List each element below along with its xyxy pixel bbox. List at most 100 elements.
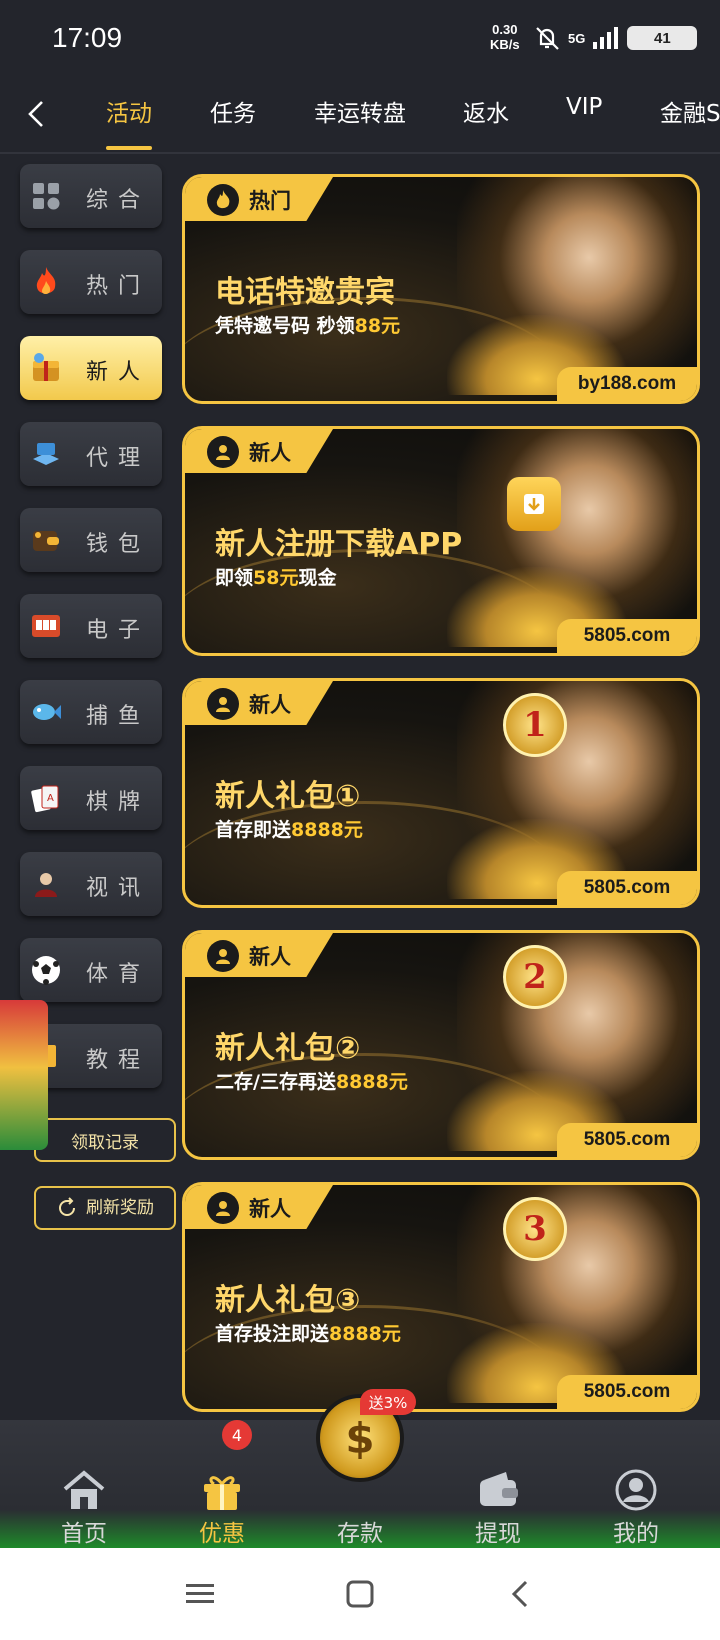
sidebar-item-slots[interactable]: 电子 [20,594,162,658]
sidebar-item-agent[interactable]: 代理 [20,422,162,486]
banner-tag: 新人 [249,693,291,717]
status-icons: 5G 41 [532,22,698,54]
banner-subtitle: 二存/三存再送8888元 [215,1067,408,1094]
fish-icon [28,694,64,730]
nav-withdraw[interactable]: 提现 [438,1440,558,1547]
chevron-left-icon [511,1580,528,1608]
sidebar-item-label: 捕鱼 [86,704,151,729]
sidebar-item-live[interactable]: 视讯 [20,852,162,916]
banner-sub-prefix: 凭特邀号码 秒领 [215,315,355,337]
soccer-ball-icon [28,952,64,988]
banner-sub-prefix: 即领 [215,567,254,589]
banner-sub-highlight: 8888元 [291,819,363,841]
net-speed-value: 0.30 [492,22,518,37]
grid-icon [28,178,64,214]
banner-tag: 新人 [249,945,291,969]
banner-sub-highlight: 58元 [253,567,299,589]
back-button[interactable] [16,94,56,134]
sidebar-item-label: 综合 [86,188,151,213]
wallet-icon [28,522,64,558]
gift-icon [196,1464,248,1516]
square-icon [346,1580,374,1608]
tab-tasks[interactable]: 任务 [210,94,256,128]
user-icon [207,688,239,720]
sidebar-item-general[interactable]: 综合 [20,164,162,228]
nav-mine-label: 我的 [613,1521,659,1547]
banner-url: 5805.com [557,1375,697,1409]
sidebar-item-chess-cards[interactable]: A 棋牌 [20,766,162,830]
nav-home[interactable]: 首页 [24,1440,144,1547]
sidebar-item-hot[interactable]: 热门 [20,250,162,314]
profile-icon [610,1464,662,1516]
tab-finance[interactable]: 金融S [660,94,720,128]
home-button[interactable] [340,1574,380,1614]
promo-banner[interactable]: 1 新人 新人礼包① 首存即送8888元 5805.com [182,678,700,908]
status-bar: 17:09 0.30 KB/s 5G 41 [0,0,720,80]
sidebar-item-label: 视讯 [86,876,151,901]
promo-banner[interactable]: 热门 电话特邀贵宾 凭特邀号码 秒领88元 by188.com [182,174,700,404]
system-back-button[interactable] [500,1574,540,1614]
wallet-icon [472,1464,524,1516]
battery-indicator: 41 [627,26,698,50]
svg-text:A: A [47,793,54,804]
user-icon [207,1192,239,1224]
mute-bell-icon [536,27,559,50]
sidebar-item-wallet[interactable]: 钱包 [20,508,162,572]
nav-mine[interactable]: 我的 [576,1440,696,1547]
banner-subtitle: 首存即送8888元 [215,815,363,842]
banner-sub-prefix: 首存投注即送 [215,1323,330,1345]
tab-active-indicator [106,146,152,150]
refresh-label: 刷新奖励 [86,1198,154,1218]
sidebar-item-label: 新人 [86,360,151,385]
network-type: 5G [568,30,586,46]
cards-icon: A [28,780,64,816]
deposit-bonus-tag: 送3% [360,1389,416,1415]
floating-promo-widget[interactable] [0,1000,48,1150]
recent-apps-button[interactable] [180,1574,220,1614]
slot-icon [28,608,64,644]
banner-sub-highlight: 8888元 [329,1323,401,1345]
sidebar-item-label: 代理 [86,446,151,471]
claim-records-button[interactable]: 领取记录 [34,1118,176,1162]
flame-icon [207,184,239,216]
nav-deposit-label: 存款 [337,1521,383,1547]
banner-url: by188.com [557,367,697,401]
signal-icon [593,27,619,49]
sidebar-item-label: 电子 [86,618,151,643]
nav-promo[interactable]: 优惠 [162,1440,282,1547]
refresh-rewards-button[interactable]: 刷新奖励 [34,1186,176,1230]
sidebar-item-sports[interactable]: 体育 [20,938,162,1002]
tab-activity[interactable]: 活动 [106,94,152,128]
banner-title: 电话特邀贵宾 [215,275,395,310]
promo-banner[interactable]: 3 新人 新人礼包③ 首存投注即送8888元 5805.com [182,1182,700,1412]
banner-title: 新人礼包② [215,1031,361,1066]
medal-icon: 2 [503,945,567,1009]
live-dealer-icon [28,866,64,902]
user-icon [207,436,239,468]
banner-sub-highlight: 88元 [354,315,401,337]
banner-tag: 热门 [249,189,291,213]
banner-url: 5805.com [557,871,697,905]
tab-vip[interactable]: VIP [566,94,602,120]
refresh-icon [59,1197,75,1216]
banner-sub-suffix: 现金 [298,567,337,589]
gift-chest-icon [28,350,64,386]
sidebar-item-newbie[interactable]: 新人 [20,336,162,400]
banner-sub-prefix: 二存/三存再送 [215,1071,336,1093]
banner-title: 新人礼包③ [215,1283,361,1318]
tab-lucky-wheel[interactable]: 幸运转盘 [314,94,406,128]
chevron-left-icon [28,101,43,127]
banner-sub-highlight: 8888元 [335,1071,408,1093]
banner-tag: 新人 [249,1197,291,1221]
net-speed: 0.30 KB/s [490,22,520,52]
promo-banner[interactable]: 2 新人 新人礼包② 二存/三存再送8888元 5805.com [182,930,700,1160]
banner-sub-prefix: 首存即送 [215,819,292,841]
banner-title: 新人礼包① [215,779,361,814]
tab-rebate[interactable]: 返水 [463,94,509,128]
banner-subtitle: 首存投注即送8888元 [215,1319,401,1346]
promo-banner[interactable]: 新人 新人注册下载APP 即领58元现金 5805.com [182,426,700,656]
sidebar-item-label: 棋牌 [86,790,151,815]
download-icon [507,477,561,531]
sidebar-item-fishing[interactable]: 捕鱼 [20,680,162,744]
sidebar-item-label: 钱包 [86,532,151,557]
